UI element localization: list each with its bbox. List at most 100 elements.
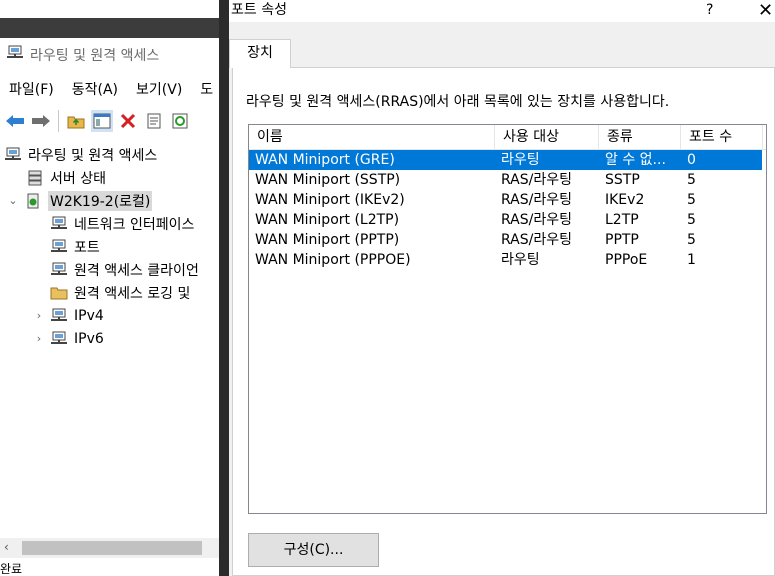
table-row[interactable]: WAN Miniport (IKEv2) RAS/라우팅 IKEv2 5	[249, 190, 762, 210]
folder-icon	[50, 285, 68, 301]
tree-node[interactable]: 원격 액세스 로깅 및	[0, 281, 219, 304]
mmc-window: 라우팅 및 원격 액세스 파일(F) 동작(A) 보기(V) 도 라우팅 및 원…	[0, 0, 219, 576]
scroll-left-icon[interactable]: ‹	[4, 540, 9, 554]
delete-icon[interactable]	[117, 110, 139, 132]
tree-node[interactable]: 서버 상태	[0, 166, 219, 189]
mmc-app-title: 라우팅 및 원격 액세스	[6, 44, 159, 66]
cell-name: WAN Miniport (GRE)	[255, 152, 395, 168]
cell-name: WAN Miniport (PPPOE)	[255, 252, 411, 268]
expand-chevron-icon[interactable]: ›	[32, 309, 46, 322]
close-icon[interactable]: ✕	[758, 0, 773, 22]
tree-node-label: W2K19-2(로컬)	[48, 190, 153, 211]
devices-description: 라우팅 및 원격 액세스(RRAS)에서 아래 목록에 있는 장치를 사용합니다…	[246, 94, 670, 110]
mmc-title-band	[0, 18, 219, 38]
column-header-type[interactable]: 종류	[599, 125, 681, 149]
tree-node[interactable]: 포트	[0, 235, 219, 258]
cell-name: WAN Miniport (IKEv2)	[255, 192, 405, 208]
tree-node-label: 포트	[74, 239, 100, 256]
menu-action[interactable]: 동작(A)	[63, 79, 127, 101]
cell-type: PPTP	[605, 232, 639, 248]
mmc-toolbar	[0, 106, 219, 136]
cell-type: L2TP	[605, 212, 639, 228]
collapse-chevron-icon[interactable]: ⌄	[6, 194, 20, 207]
table-row[interactable]: WAN Miniport (GRE) 라우팅 알 수 없... 0	[249, 150, 762, 170]
mmc-status-bar: 완료	[0, 562, 23, 576]
window-divider	[219, 0, 229, 576]
tree-node[interactable]: 네트워크 인터페이스	[0, 212, 219, 235]
mmc-title-label: 라우팅 및 원격 액세스	[30, 48, 160, 64]
forward-arrow-icon[interactable]	[30, 110, 52, 132]
tree-node[interactable]: 원격 액세스 클라이언	[0, 258, 219, 281]
expand-chevron-icon[interactable]: ›	[32, 332, 46, 345]
cell-used-by: RAS/라우팅	[501, 192, 572, 208]
column-header-port-count[interactable]: 포트 수	[681, 125, 763, 149]
server-icon	[4, 147, 22, 163]
cell-used-by: RAS/라우팅	[501, 232, 572, 248]
cell-port-count: 5	[687, 232, 696, 248]
help-button[interactable]: ?	[706, 0, 713, 20]
ipv4-icon	[50, 308, 68, 324]
cell-used-by: RAS/라우팅	[501, 172, 572, 188]
console-tree: 라우팅 및 원격 액세스서버 상태 ⌄ W2K19-2(로컬) 네트워크 인터페이스포…	[0, 143, 219, 350]
tree-node[interactable]: ⌄ W2K19-2(로컬)	[0, 189, 219, 212]
dialog-title: 포트 속성	[231, 2, 287, 18]
tree-node-label: 원격 액세스 클라이언	[74, 262, 199, 279]
table-row[interactable]: WAN Miniport (SSTP) RAS/라우팅 SSTP 5	[249, 170, 762, 190]
ports-icon	[50, 239, 68, 255]
table-row[interactable]: WAN Miniport (PPPOE) 라우팅 PPPoE 1	[249, 250, 762, 270]
tree-node-label: 라우팅 및 원격 액세스	[28, 147, 158, 164]
cell-type: 알 수 없...	[605, 152, 666, 168]
dialog-title-bar: 포트 속성 ? ✕	[229, 0, 775, 22]
cell-used-by: 라우팅	[501, 252, 540, 268]
ipv6-icon	[50, 331, 68, 347]
menu-view[interactable]: 보기(V)	[127, 79, 191, 101]
devices-list[interactable]: 이름 사용 대상 종류 포트 수 WAN Miniport (GRE) 라우팅 알 …	[248, 124, 767, 514]
network-interface-icon	[50, 216, 68, 232]
tree-node-label: 네트워크 인터페이스	[74, 216, 195, 233]
scroll-thumb[interactable]	[22, 541, 202, 555]
tree-node[interactable]: › IPv6	[0, 327, 219, 350]
cell-port-count: 0	[687, 152, 696, 168]
up-folder-icon[interactable]	[65, 110, 87, 132]
cell-port-count: 5	[687, 172, 696, 188]
server-status-icon	[26, 170, 44, 186]
mmc-title-strip	[0, 0, 219, 18]
cell-port-count: 1	[687, 252, 696, 268]
tree-horizontal-scrollbar[interactable]: ‹	[0, 538, 219, 558]
column-header-used-by[interactable]: 사용 대상	[495, 125, 599, 149]
menu-file[interactable]: 파일(F)	[0, 79, 63, 101]
back-arrow-icon[interactable]	[4, 110, 26, 132]
list-header: 이름 사용 대상 종류 포트 수	[249, 125, 766, 150]
cell-type: SSTP	[605, 172, 640, 188]
cell-name: WAN Miniport (PPTP)	[255, 232, 400, 248]
configure-button[interactable]: 구성(C)...	[248, 533, 379, 567]
show-hide-tree-icon[interactable]	[91, 110, 113, 132]
refresh-icon[interactable]	[169, 110, 191, 132]
table-row[interactable]: WAN Miniport (PPTP) RAS/라우팅 PPTP 5	[249, 230, 762, 250]
rras-app-icon	[6, 45, 24, 65]
tree-node-label: 서버 상태	[50, 170, 106, 187]
tree-node[interactable]: 라우팅 및 원격 액세스	[0, 143, 219, 166]
cell-used-by: RAS/라우팅	[501, 212, 572, 228]
tab-devices[interactable]: 장치	[229, 39, 291, 68]
properties-icon[interactable]	[143, 110, 165, 132]
tree-node-label: IPv6	[74, 330, 104, 347]
tree-node[interactable]: › IPv4	[0, 304, 219, 327]
cell-name: WAN Miniport (SSTP)	[255, 172, 401, 188]
port-properties-dialog: 포트 속성 ? ✕ 장치 라우팅 및 원격 액세스(RRAS)에서 아래 목록에…	[229, 0, 775, 576]
tree-node-label: IPv4	[74, 307, 104, 324]
cell-type: PPPoE	[605, 252, 648, 268]
cell-port-count: 5	[687, 212, 696, 228]
server-local-icon	[24, 193, 42, 209]
cell-type: IKEv2	[605, 192, 645, 208]
toolbar-separator	[58, 110, 59, 132]
table-row[interactable]: WAN Miniport (L2TP) RAS/라우팅 L2TP 5	[249, 210, 762, 230]
cell-used-by: 라우팅	[501, 152, 540, 168]
remote-clients-icon	[50, 262, 68, 278]
mmc-menubar: 파일(F) 동작(A) 보기(V) 도	[0, 79, 219, 101]
cell-name: WAN Miniport (L2TP)	[255, 212, 400, 228]
menu-help[interactable]: 도	[191, 79, 219, 101]
tree-node-label: 원격 액세스 로깅 및	[74, 285, 191, 302]
cell-port-count: 5	[687, 192, 696, 208]
column-header-name[interactable]: 이름	[249, 125, 495, 149]
